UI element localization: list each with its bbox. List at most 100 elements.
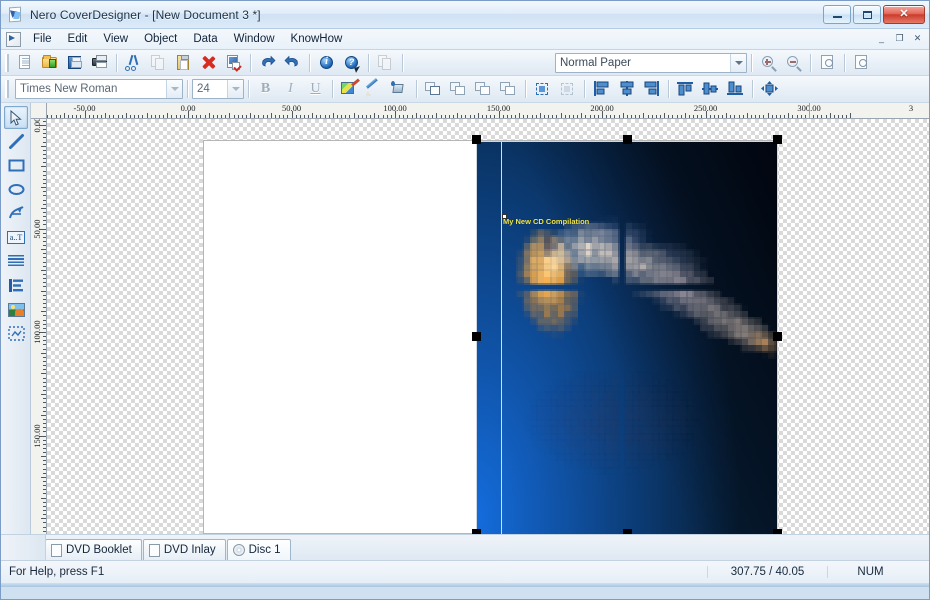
resize-grip[interactable]	[913, 561, 929, 583]
bring-to-front-button[interactable]	[422, 78, 445, 100]
paper-type-select[interactable]: Normal Paper	[555, 53, 747, 73]
toolbar-grip[interactable]	[5, 80, 9, 98]
clipboard-icon	[175, 54, 192, 71]
align-center-h-button[interactable]	[615, 78, 638, 100]
document-page[interactable]: My New CD Compilation	[203, 140, 777, 534]
chevron-down-icon[interactable]	[227, 80, 243, 98]
ruler-label: 150.00	[32, 424, 42, 447]
bring-forward-button[interactable]	[472, 78, 495, 100]
maximize-button[interactable]	[853, 5, 881, 24]
image-tool[interactable]	[4, 298, 28, 321]
redo-button[interactable]	[281, 52, 304, 74]
align-middle-v-button[interactable]	[699, 78, 722, 100]
center-on-page-button[interactable]	[758, 78, 781, 100]
fill-color-button[interactable]	[388, 78, 411, 100]
text-box-tool[interactable]	[4, 250, 28, 273]
curve-tool[interactable]	[4, 202, 28, 225]
center-on-page-icon	[761, 81, 778, 98]
toolbar-separator	[248, 80, 249, 98]
minimize-button[interactable]	[823, 5, 851, 24]
open-folder-icon	[41, 54, 58, 71]
document-icon[interactable]	[6, 32, 21, 47]
delete-button[interactable]	[197, 52, 220, 74]
line-icon	[8, 133, 25, 150]
zoom-in-button[interactable]	[757, 52, 780, 74]
chevron-down-icon[interactable]	[166, 80, 182, 98]
align-left-button[interactable]	[590, 78, 613, 100]
menu-item-file[interactable]: File	[25, 30, 60, 48]
ruler-label: 150.00	[487, 103, 510, 113]
save-document-button[interactable]	[63, 52, 86, 74]
select-tool[interactable]	[4, 106, 28, 129]
status-help-text: For Help, press F1	[1, 566, 707, 578]
page-icon	[149, 544, 160, 557]
font-family-select[interactable]: Times New Roman	[15, 79, 183, 99]
tab-dvd-booklet[interactable]: DVD Booklet	[45, 539, 142, 560]
bring-forward-icon	[475, 82, 492, 97]
ruler-label: 0.00	[181, 103, 196, 113]
page-view-button[interactable]	[374, 52, 397, 74]
canvas-area[interactable]: My New CD Compilation	[47, 119, 929, 534]
paste-button[interactable]	[172, 52, 195, 74]
info-button[interactable]	[315, 52, 338, 74]
track-list-tool[interactable]	[4, 274, 28, 297]
mdi-close-button[interactable]: ✕	[909, 30, 926, 46]
mdi-window-controls: _ ❐ ✕	[873, 30, 926, 46]
align-right-button[interactable]	[640, 78, 663, 100]
undo-button[interactable]	[256, 52, 279, 74]
context-help-button[interactable]	[340, 52, 363, 74]
copy-button[interactable]	[147, 52, 170, 74]
send-to-back-button[interactable]	[447, 78, 470, 100]
select-all-objects-button[interactable]	[531, 78, 554, 100]
close-button[interactable]: ✕	[883, 5, 925, 24]
tab-disc-1[interactable]: Disc 1	[227, 539, 291, 560]
line-tool[interactable]	[4, 130, 28, 153]
chevron-down-icon[interactable]	[730, 54, 746, 72]
align-center-h-icon	[618, 81, 635, 98]
menu-item-view[interactable]: View	[95, 30, 136, 48]
print-button[interactable]	[88, 52, 111, 74]
open-document-button[interactable]	[38, 52, 61, 74]
fill-properties-button[interactable]	[338, 78, 361, 100]
italic-icon: I	[288, 81, 293, 97]
menu-item-edit[interactable]: Edit	[60, 30, 96, 48]
cut-button[interactable]	[122, 52, 145, 74]
tab-label: DVD Booklet	[66, 544, 132, 556]
bold-button[interactable]: B	[254, 78, 277, 100]
new-document-button[interactable]	[13, 52, 36, 74]
document-properties-button[interactable]	[222, 52, 245, 74]
mdi-restore-button[interactable]: ❐	[891, 30, 908, 46]
page-stack-icon	[377, 54, 394, 71]
ellipse-tool[interactable]	[4, 178, 28, 201]
menu-item-window[interactable]: Window	[226, 30, 283, 48]
ruler-label: 3	[909, 103, 913, 113]
underline-icon: U	[310, 81, 320, 97]
toolbar-separator	[844, 54, 845, 72]
select-all-icon	[534, 82, 551, 97]
zoom-out-button[interactable]	[782, 52, 805, 74]
image-object[interactable]: My New CD Compilation	[476, 141, 778, 534]
rectangle-tool[interactable]	[4, 154, 28, 177]
align-bottom-button[interactable]	[724, 78, 747, 100]
page-preview-button[interactable]	[850, 52, 873, 74]
text-object[interactable]: My New CD Compilation	[503, 217, 589, 226]
menu-item-knowhow[interactable]: KnowHow	[283, 30, 351, 48]
mdi-minimize-button[interactable]: _	[873, 30, 890, 46]
artistic-text-tool[interactable]: a..T	[4, 226, 28, 249]
font-size-select[interactable]: 24	[192, 79, 244, 99]
print-preview-button[interactable]	[816, 52, 839, 74]
pen-properties-button[interactable]	[363, 78, 386, 100]
align-top-button[interactable]	[674, 78, 697, 100]
toolbar-grip[interactable]	[5, 54, 9, 72]
underline-button[interactable]: U	[304, 78, 327, 100]
menu-item-object[interactable]: Object	[136, 30, 185, 48]
align-bottom-icon	[727, 81, 744, 98]
tab-dvd-inlay[interactable]: DVD Inlay	[143, 539, 226, 560]
send-backward-button[interactable]	[497, 78, 520, 100]
placeholder-tool[interactable]	[4, 322, 28, 345]
italic-button[interactable]: I	[279, 78, 302, 100]
status-coordinates: 307.75 / 40.05	[707, 566, 827, 578]
menu-item-data[interactable]: Data	[185, 30, 225, 48]
align-right-icon	[643, 81, 660, 98]
deselect-objects-button[interactable]	[556, 78, 579, 100]
